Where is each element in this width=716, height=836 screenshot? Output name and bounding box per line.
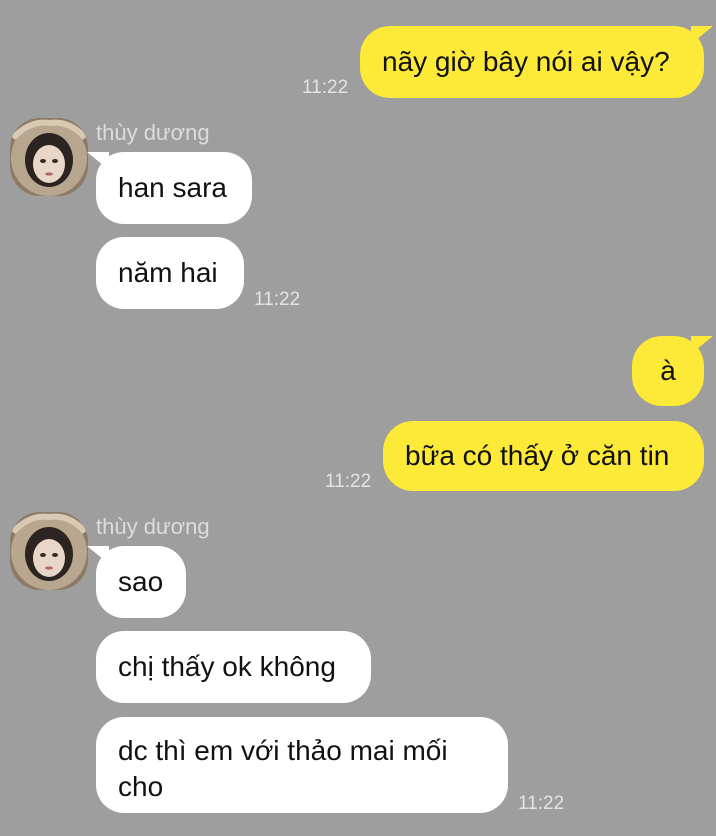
message-bubble-outgoing[interactable]: nãy giờ bây nói ai vậy? <box>360 26 713 98</box>
message-text: nãy giờ bây nói ai vậy? <box>382 46 670 77</box>
sender-name: thùy dương <box>96 514 210 539</box>
message-bubble-incoming[interactable]: dc thì em với thảo mai mối cho <box>96 717 508 813</box>
profile-photo-icon <box>10 118 88 196</box>
message-bubble-outgoing[interactable]: bữa có thấy ở căn tin <box>383 421 704 491</box>
sender-name: thùy dương <box>96 120 210 145</box>
message-timestamp: 11:22 <box>254 289 301 310</box>
profile-photo-icon <box>10 512 88 590</box>
message-bubble-incoming[interactable]: sao <box>87 546 186 618</box>
message-bubble-incoming[interactable]: năm hai <box>96 237 244 309</box>
message-text: chị thấy ok không <box>118 651 336 682</box>
message-bubble-incoming[interactable]: chị thấy ok không <box>96 631 371 703</box>
message-text: dc thì em với thảo mai mối cho <box>118 735 448 802</box>
message-bubble-outgoing[interactable]: à <box>632 336 713 406</box>
avatar[interactable] <box>10 512 88 590</box>
message-bubble-incoming[interactable]: han sara <box>87 152 252 224</box>
message-timestamp: 11:22 <box>518 793 565 814</box>
message-text: han sara <box>118 172 227 203</box>
avatar[interactable] <box>10 118 88 196</box>
message-text: bữa có thấy ở căn tin <box>405 440 670 471</box>
message-text: sao <box>118 566 164 597</box>
message-text: năm hai <box>118 257 218 288</box>
message-timestamp: 11:22 <box>325 471 372 492</box>
message-timestamp: 11:22 <box>302 77 349 98</box>
message-text: à <box>660 355 676 386</box>
